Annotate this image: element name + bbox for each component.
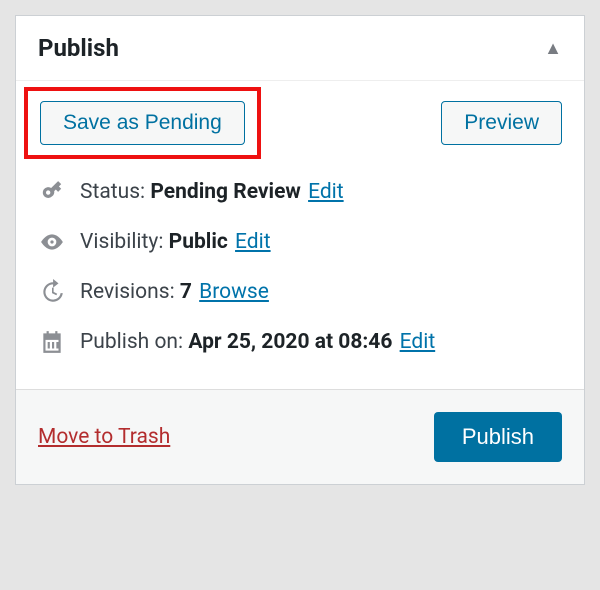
schedule-row: Publish on: Apr 25, 2020 at 08:46 Edit: [38, 329, 562, 355]
schedule-text: Publish on: Apr 25, 2020 at 08:46 Edit: [80, 330, 435, 354]
panel-footer: Move to Trash Publish: [16, 389, 584, 484]
publish-panel: Publish ▲ Save as Pending Preview Status…: [15, 15, 585, 485]
panel-body: Save as Pending Preview Status: Pending …: [16, 81, 584, 389]
status-text: Status: Pending Review Edit: [80, 180, 344, 204]
highlight-annotation: Save as Pending: [24, 87, 261, 159]
eye-icon: [38, 229, 66, 255]
revisions-browse-link[interactable]: Browse: [199, 280, 269, 304]
status-value: Pending Review: [150, 180, 301, 204]
schedule-value: Apr 25, 2020 at 08:46: [188, 330, 392, 354]
save-pending-button[interactable]: Save as Pending: [40, 101, 245, 145]
revisions-row: Revisions: 7 Browse: [38, 279, 562, 305]
move-to-trash-link[interactable]: Move to Trash: [38, 425, 170, 449]
schedule-label: Publish on:: [80, 330, 183, 354]
collapse-icon: ▲: [544, 38, 562, 59]
history-icon: [38, 279, 66, 305]
revisions-text: Revisions: 7 Browse: [80, 280, 269, 304]
status-row: Status: Pending Review Edit: [38, 179, 562, 205]
key-icon: [38, 179, 66, 205]
preview-button[interactable]: Preview: [441, 101, 562, 145]
panel-header[interactable]: Publish ▲: [16, 16, 584, 81]
panel-title: Publish: [38, 34, 119, 62]
revisions-label: Revisions:: [80, 280, 175, 304]
schedule-edit-link[interactable]: Edit: [400, 330, 436, 354]
visibility-edit-link[interactable]: Edit: [235, 230, 271, 254]
visibility-label: Visibility:: [80, 230, 163, 254]
visibility-value: Public: [169, 230, 228, 254]
publish-button[interactable]: Publish: [434, 412, 562, 462]
visibility-row: Visibility: Public Edit: [38, 229, 562, 255]
status-label: Status:: [80, 180, 145, 204]
status-edit-link[interactable]: Edit: [308, 180, 344, 204]
calendar-icon: [38, 329, 66, 355]
revisions-value: 7: [180, 280, 192, 304]
actions-row: Save as Pending Preview: [38, 101, 562, 159]
visibility-text: Visibility: Public Edit: [80, 230, 271, 254]
